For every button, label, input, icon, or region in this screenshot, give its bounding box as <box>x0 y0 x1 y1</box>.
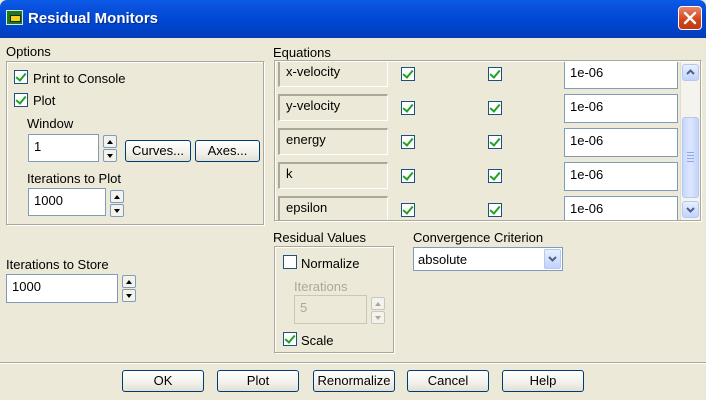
absolute-criteria-input[interactable]: 1e-06 <box>564 162 678 191</box>
normalize-iterations-spin-down-button[interactable] <box>371 311 385 324</box>
residual-values-legend: Residual Values <box>273 230 366 245</box>
check-convergence-checkbox[interactable] <box>488 135 502 149</box>
convergence-criterion-label: Convergence Criterion <box>413 230 544 245</box>
convergence-criterion-dropdown[interactable]: absolute <box>413 247 563 271</box>
equations-scrollbar[interactable] <box>680 62 700 220</box>
absolute-criteria-input[interactable]: 1e-06 <box>564 196 678 220</box>
iterations-to-store-spin-down-button[interactable] <box>122 289 136 302</box>
print-to-console-label: Print to Console <box>33 71 126 86</box>
iterations-to-plot-spin-up-button[interactable] <box>110 190 124 203</box>
chevron-down-icon <box>548 256 557 262</box>
window-spin-down-button[interactable] <box>103 149 117 162</box>
check-convergence-checkbox[interactable] <box>488 67 502 81</box>
convergence-criterion-value: absolute <box>418 252 468 267</box>
close-button[interactable] <box>678 6 702 30</box>
print-to-console-checkbox[interactable] <box>14 70 28 84</box>
axes-button[interactable]: Axes... <box>195 140 260 162</box>
check-convergence-checkbox[interactable] <box>488 101 502 115</box>
chevron-down-icon <box>686 207 695 213</box>
cancel-button[interactable]: Cancel <box>407 370 489 392</box>
scale-label: Scale <box>301 333 334 348</box>
normalize-label: Normalize <box>301 256 360 271</box>
plot-checkbox[interactable] <box>14 93 28 107</box>
window-label: Window <box>27 116 74 131</box>
dropdown-button[interactable] <box>544 249 561 269</box>
plot-button[interactable]: Plot <box>217 370 299 392</box>
absolute-criteria-input[interactable]: 1e-06 <box>564 62 678 89</box>
renormalize-button[interactable]: Renormalize <box>313 370 395 392</box>
equation-name: epsilon <box>278 196 388 220</box>
normalize-iterations-spin-up-button[interactable] <box>371 297 385 310</box>
window-spin-up-button[interactable] <box>103 135 117 148</box>
iterations-to-plot-spin-down-button[interactable] <box>110 204 124 217</box>
iterations-label: Iterations <box>294 279 348 294</box>
app-icon <box>6 10 23 25</box>
title-bar: Residual Monitors <box>0 0 706 38</box>
help-button[interactable]: Help <box>502 370 584 392</box>
normalize-iterations-input[interactable]: 5 <box>294 295 367 324</box>
equations-legend: Equations <box>273 45 331 60</box>
equations-list: x-velocity 1e-06 y-velocity 1e-06 energy… <box>276 62 679 220</box>
separator <box>0 362 706 364</box>
absolute-criteria-input[interactable]: 1e-06 <box>564 94 678 123</box>
iterations-to-store-spin-up-button[interactable] <box>122 275 136 288</box>
chevron-up-icon <box>686 69 695 75</box>
monitor-checkbox[interactable] <box>401 67 415 81</box>
close-icon <box>683 11 697 25</box>
options-legend: Options <box>6 44 51 59</box>
monitor-checkbox[interactable] <box>401 169 415 183</box>
check-convergence-checkbox[interactable] <box>488 203 502 217</box>
normalize-checkbox[interactable] <box>283 255 297 269</box>
equation-name: x-velocity <box>278 62 388 87</box>
scroll-thumb[interactable] <box>682 117 699 198</box>
window-title: Residual Monitors <box>28 10 159 27</box>
equation-name: k <box>278 162 388 189</box>
equation-name: energy <box>278 128 388 155</box>
absolute-criteria-input[interactable]: 1e-06 <box>564 128 678 157</box>
check-convergence-checkbox[interactable] <box>488 169 502 183</box>
equation-name: y-velocity <box>278 94 388 121</box>
scroll-up-button[interactable] <box>682 64 699 81</box>
monitor-checkbox[interactable] <box>401 101 415 115</box>
monitor-checkbox[interactable] <box>401 135 415 149</box>
iterations-to-plot-label: Iterations to Plot <box>27 171 121 186</box>
iterations-to-store-input[interactable]: 1000 <box>6 274 118 303</box>
iterations-to-plot-input[interactable]: 1000 <box>28 188 106 216</box>
scroll-down-button[interactable] <box>682 201 699 218</box>
curves-button[interactable]: Curves... <box>125 140 191 162</box>
iterations-to-store-label: Iterations to Store <box>6 257 109 272</box>
window-input[interactable]: 1 <box>28 134 99 162</box>
scale-checkbox[interactable] <box>283 332 297 346</box>
monitor-checkbox[interactable] <box>401 203 415 217</box>
plot-label: Plot <box>33 93 56 108</box>
ok-button[interactable]: OK <box>122 370 204 392</box>
